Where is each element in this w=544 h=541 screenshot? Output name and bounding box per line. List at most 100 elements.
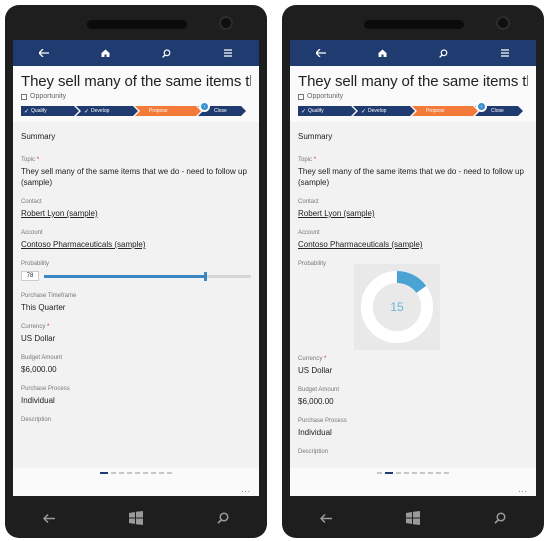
stage-label: Propose (426, 108, 445, 114)
entity-type-label: Opportunity (307, 93, 344, 100)
slider-thumb[interactable] (204, 271, 208, 281)
stage-label: Qualify (308, 108, 324, 114)
hardware-buttons (282, 500, 544, 536)
process-field[interactable]: Purchase Process Individual (21, 386, 251, 406)
phone-right: They sell many of the same items th... O… (282, 5, 544, 538)
budget-field[interactable]: Budget Amount $6,000.00 (298, 387, 528, 407)
page-dot (436, 472, 441, 474)
page-dot (428, 472, 433, 474)
currency-label: Currency * (298, 356, 528, 362)
process-label: Purchase Process (21, 386, 70, 392)
page-dot (404, 472, 409, 474)
stage-propose[interactable]: Propose (135, 106, 201, 116)
stage-develop[interactable]: ✓ Develop (353, 106, 415, 116)
budget-value: $6,000.00 (21, 365, 57, 374)
slider-fill (44, 274, 206, 278)
contact-field: Contact Robert Lyon (sample) (298, 199, 528, 219)
probability-label: Probability (21, 261, 50, 267)
home-icon[interactable] (93, 43, 117, 63)
required-marker: * (313, 157, 317, 163)
probability-value[interactable]: 78 (21, 271, 39, 281)
back-icon[interactable] (314, 508, 338, 528)
probability-dial[interactable]: 15 (354, 264, 440, 350)
page-dot (377, 472, 382, 474)
probability-field: Probability 15 (298, 261, 528, 350)
account-link[interactable]: Contoso Pharmaceuticals (sample) (21, 239, 251, 250)
back-arrow-icon[interactable] (309, 43, 333, 63)
topic-field[interactable]: Topic * They sell many of the same items… (298, 157, 528, 188)
process-field[interactable]: Purchase Process Individual (298, 418, 528, 438)
form-body: Summary Topic * They sell many of the sa… (290, 122, 536, 468)
page-dot (412, 472, 417, 474)
stage-label: Close (491, 108, 504, 114)
stage-qualify[interactable]: ✓ Qualify (21, 106, 79, 116)
page-dot (127, 472, 132, 474)
currency-value: US Dollar (298, 366, 333, 375)
probability-field: Probability 78 (21, 261, 251, 282)
currency-field[interactable]: Currency * US Dollar (21, 324, 251, 344)
menu-icon[interactable] (493, 43, 517, 63)
page-dot (100, 472, 108, 474)
stage-label: Qualify (31, 108, 47, 114)
contact-label: Contact (298, 199, 319, 205)
screen: They sell many of the same items th... O… (13, 40, 259, 496)
page-dot (385, 472, 393, 474)
page-dot (444, 472, 449, 474)
page-indicator (290, 472, 536, 474)
speaker (87, 20, 187, 29)
label-text: Topic (298, 157, 313, 163)
description-field[interactable]: Description (298, 449, 528, 455)
timeframe-value: This Quarter (21, 303, 66, 312)
screen: They sell many of the same items th... O… (290, 40, 536, 496)
search-icon[interactable] (155, 43, 179, 63)
probability-slider[interactable]: 78 (21, 270, 251, 282)
back-arrow-icon[interactable] (32, 43, 56, 63)
menu-icon[interactable] (216, 43, 240, 63)
entity-type-label: Opportunity (30, 93, 67, 100)
page-dot (135, 472, 140, 474)
current-stage-marker[interactable]: › (476, 101, 487, 112)
page-title: They sell many of the same items th... (298, 73, 528, 90)
more-button[interactable]: ... (241, 485, 251, 494)
page-dot (396, 472, 401, 474)
windows-start-icon[interactable] (124, 508, 148, 528)
stage-label: Close (214, 108, 227, 114)
slider-track[interactable] (44, 271, 251, 281)
page-dot (159, 472, 164, 474)
search-icon[interactable] (211, 508, 235, 528)
phone-left: They sell many of the same items th... O… (5, 5, 267, 538)
description-label: Description (298, 449, 329, 455)
contact-link[interactable]: Robert Lyon (sample) (21, 208, 251, 219)
current-stage-marker[interactable]: › (199, 101, 210, 112)
stage-qualify[interactable]: ✓ Qualify (298, 106, 356, 116)
budget-value: $6,000.00 (298, 397, 334, 406)
account-link[interactable]: Contoso Pharmaceuticals (sample) (298, 239, 528, 250)
page-dot (119, 472, 124, 474)
description-field[interactable]: Description (21, 417, 251, 423)
page-indicator (13, 472, 259, 474)
contact-label: Contact (21, 199, 42, 205)
contact-link[interactable]: Robert Lyon (sample) (298, 208, 528, 219)
topic-field[interactable]: Topic * They sell many of the same items… (21, 157, 251, 188)
stage-label: Develop (368, 108, 387, 114)
currency-field[interactable]: Currency * US Dollar (298, 356, 528, 376)
record-header: They sell many of the same items th... O… (290, 66, 536, 116)
label-text: Topic (21, 157, 36, 163)
search-icon[interactable] (488, 508, 512, 528)
label-text: Currency (298, 356, 323, 362)
opportunity-icon (21, 93, 27, 100)
probability-value: 15 (390, 300, 404, 314)
timeframe-field[interactable]: Purchase Timeframe This Quarter (21, 293, 251, 313)
home-icon[interactable] (370, 43, 394, 63)
timeframe-label: Purchase Timeframe (21, 293, 77, 299)
page-title: They sell many of the same items th... (21, 73, 251, 90)
windows-start-icon[interactable] (401, 508, 425, 528)
more-button[interactable]: ... (518, 485, 528, 494)
search-icon[interactable] (432, 43, 456, 63)
stage-label: Develop (91, 108, 110, 114)
nav-bar (290, 40, 536, 66)
stage-develop[interactable]: ✓ Develop (76, 106, 138, 116)
stage-propose[interactable]: Propose (412, 106, 478, 116)
back-icon[interactable] (37, 508, 61, 528)
budget-field[interactable]: Budget Amount $6,000.00 (21, 355, 251, 375)
